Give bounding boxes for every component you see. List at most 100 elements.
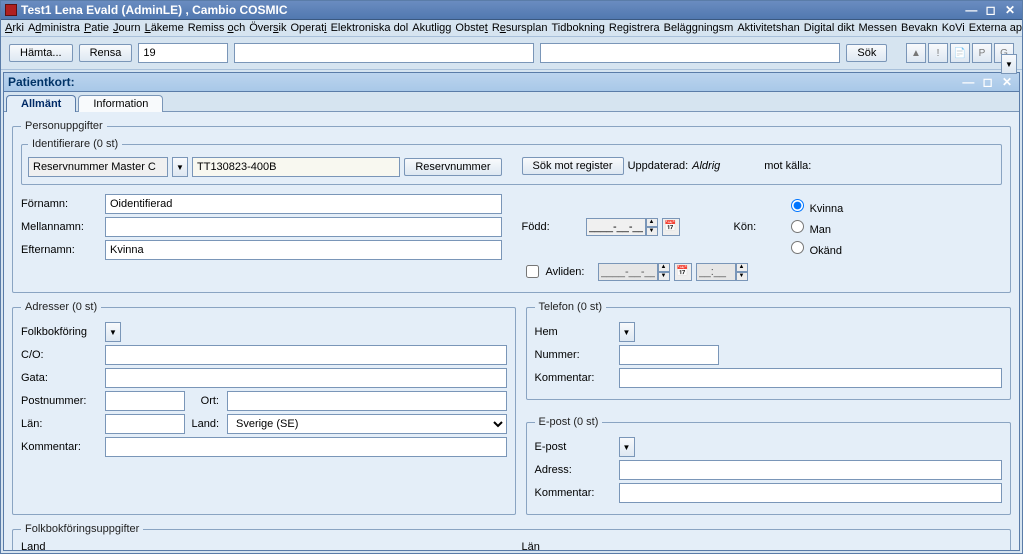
tab-allmant[interactable]: Allmänt	[6, 95, 76, 112]
co-field[interactable]	[105, 345, 507, 365]
sub-minimize-button[interactable]: —	[960, 75, 976, 89]
kon-radio-group: Kvinna Man Okänd	[786, 194, 844, 259]
id-type-dropdown[interactable]: ▼	[172, 157, 188, 177]
telefon-legend: Telefon (0 st)	[535, 301, 607, 313]
epost-legend: E-post (0 st)	[535, 416, 603, 428]
patientkort-window: Patientkort: — ◻ ✕ Allmänt Information P…	[3, 72, 1020, 551]
main-titlebar: Test1 Lena Evald (AdminLE) , Cambio COSM…	[1, 1, 1022, 20]
epost-kommentar-field[interactable]	[619, 483, 1003, 503]
menu-remiss[interactable]: Remiss och	[188, 22, 245, 34]
tool-icon-2[interactable]: !	[928, 43, 948, 63]
epost-adress-field[interactable]	[619, 460, 1003, 480]
menu-patient[interactable]: Patie	[84, 22, 109, 34]
menu-journal[interactable]: Journ	[113, 22, 141, 34]
efternamn-field[interactable]	[105, 240, 502, 260]
menu-akutliggare[interactable]: Akutligg	[412, 22, 451, 34]
mot-kalla-label: mot källa:	[764, 160, 811, 172]
calendar-icon[interactable]: 📅	[662, 218, 680, 236]
tel-typ-dropdown[interactable]: ▼	[619, 322, 635, 342]
adr-land-select[interactable]: Sverige (SE)	[227, 414, 507, 434]
menu-administration[interactable]: Administra	[28, 22, 80, 34]
folkbokforing-fieldset: Folkbokföringsuppgifter Land Sverige (SE…	[12, 523, 1011, 550]
postnr-field[interactable]	[105, 391, 185, 411]
gata-label: Gata:	[21, 372, 101, 384]
tab-information[interactable]: Information	[78, 95, 163, 112]
id-value-field[interactable]	[192, 157, 400, 177]
fb-lan-label: Län	[522, 541, 1003, 550]
window-title: Test1 Lena Evald (AdminLE) , Cambio COSM…	[21, 3, 287, 17]
sub-close-button[interactable]: ✕	[999, 75, 1015, 89]
menu-bevakning[interactable]: Bevakn	[901, 22, 938, 34]
menu-tidbokning[interactable]: Tidbokning	[551, 22, 604, 34]
postnr-label: Postnummer:	[21, 395, 101, 407]
pg-p[interactable]: P	[972, 43, 992, 63]
menu-belaggning[interactable]: Beläggningsm	[664, 22, 734, 34]
toolbar-overflow[interactable]: ▼	[1001, 54, 1017, 74]
avliden-date-field	[598, 263, 658, 281]
tool-icon-3[interactable]: 📄	[950, 43, 970, 63]
mellannamn-field[interactable]	[105, 217, 502, 237]
epost-typ-label: E-post	[535, 441, 615, 453]
efternamn-label: Efternamn:	[21, 244, 101, 256]
menu-digital-dikt[interactable]: Digital dikt	[804, 22, 855, 34]
gata-field[interactable]	[105, 368, 507, 388]
menu-kovi[interactable]: KoVi	[942, 22, 965, 34]
menu-obstetrix[interactable]: Obstet	[455, 22, 487, 34]
fodd-date-spinner[interactable]: ▲▼	[586, 218, 658, 236]
patientkort-titlebar: Patientkort: — ◻ ✕	[4, 73, 1019, 92]
adr-kommentar-label: Kommentar:	[21, 441, 101, 453]
rensa-button[interactable]: Rensa	[79, 44, 133, 62]
sok-button[interactable]: Sök	[846, 44, 887, 62]
uppdaterad-value: Aldrig	[692, 160, 720, 172]
tool-icon-1[interactable]: ▲	[906, 43, 926, 63]
menu-resursplan[interactable]: Resursplan	[492, 22, 548, 34]
menu-registrera[interactable]: Registrera	[609, 22, 660, 34]
menubar: Arki Administra Patie Journ Läkeme Remis…	[1, 20, 1022, 37]
menu-externa[interactable]: Externa applik:	[969, 22, 1022, 34]
close-button[interactable]: ✕	[1002, 3, 1018, 17]
menu-lakemedel[interactable]: Läkeme	[145, 22, 184, 34]
search-field-2[interactable]	[540, 43, 840, 63]
id-type-field[interactable]	[28, 157, 168, 177]
epost-adress-label: Adress:	[535, 464, 615, 476]
menu-elektroniska[interactable]: Elektroniska dol	[331, 22, 409, 34]
sok-mot-register-button[interactable]: Sök mot register	[522, 157, 624, 175]
menu-arkiv[interactable]: Arki	[5, 22, 24, 34]
avliden-checkbox[interactable]	[526, 265, 539, 278]
content-area: Personuppgifter Identifierare (0 st) ▼ R…	[4, 112, 1019, 550]
maximize-button[interactable]: ◻	[983, 3, 999, 17]
kon-kvinna[interactable]: Kvinna	[786, 196, 844, 215]
kon-man[interactable]: Man	[786, 217, 844, 236]
epost-typ-dropdown[interactable]: ▼	[619, 437, 635, 457]
menu-operation[interactable]: Operati	[291, 22, 327, 34]
minimize-button[interactable]: —	[963, 3, 979, 17]
avliden-time-spinner[interactable]: ▲▼	[696, 263, 748, 281]
tel-kommentar-field[interactable]	[619, 368, 1003, 388]
ort-field[interactable]	[227, 391, 507, 411]
tel-nummer-field[interactable]	[619, 345, 719, 365]
fodd-date-field[interactable]	[586, 218, 646, 236]
identifierare-legend: Identifierare (0 st)	[28, 138, 122, 150]
menu-oversikt[interactable]: Översik	[249, 22, 286, 34]
uppdaterad-label: Uppdaterad:	[628, 160, 689, 172]
avliden-date-spinner[interactable]: ▲▼	[598, 263, 670, 281]
menu-messenger[interactable]: Messen	[858, 22, 897, 34]
menu-aktivitet[interactable]: Aktivitetshan	[737, 22, 799, 34]
adresser-legend: Adresser (0 st)	[21, 301, 101, 313]
hamta-button[interactable]: Hämta...	[9, 44, 73, 62]
search-field-1[interactable]	[234, 43, 534, 63]
kon-okand[interactable]: Okänd	[786, 238, 844, 257]
number-field[interactable]	[138, 43, 228, 63]
fodd-label: Född:	[522, 221, 582, 233]
adress-typ-dropdown[interactable]: ▼	[105, 322, 121, 342]
folkbokforing-legend: Folkbokföringsuppgifter	[21, 523, 143, 535]
identifierare-fieldset: Identifierare (0 st) ▼ Reservnummer	[21, 138, 1002, 185]
toolbar: Hämta... Rensa Sök ▲ ! 📄 P G ▼	[1, 37, 1022, 70]
fornamn-field[interactable]	[105, 194, 502, 214]
sub-maximize-button[interactable]: ◻	[980, 75, 996, 89]
avliden-time-field	[696, 263, 736, 281]
adr-kommentar-field[interactable]	[105, 437, 507, 457]
tel-kommentar-label: Kommentar:	[535, 372, 615, 384]
reservnummer-button[interactable]: Reservnummer	[404, 158, 501, 176]
adr-lan-field[interactable]	[105, 414, 185, 434]
